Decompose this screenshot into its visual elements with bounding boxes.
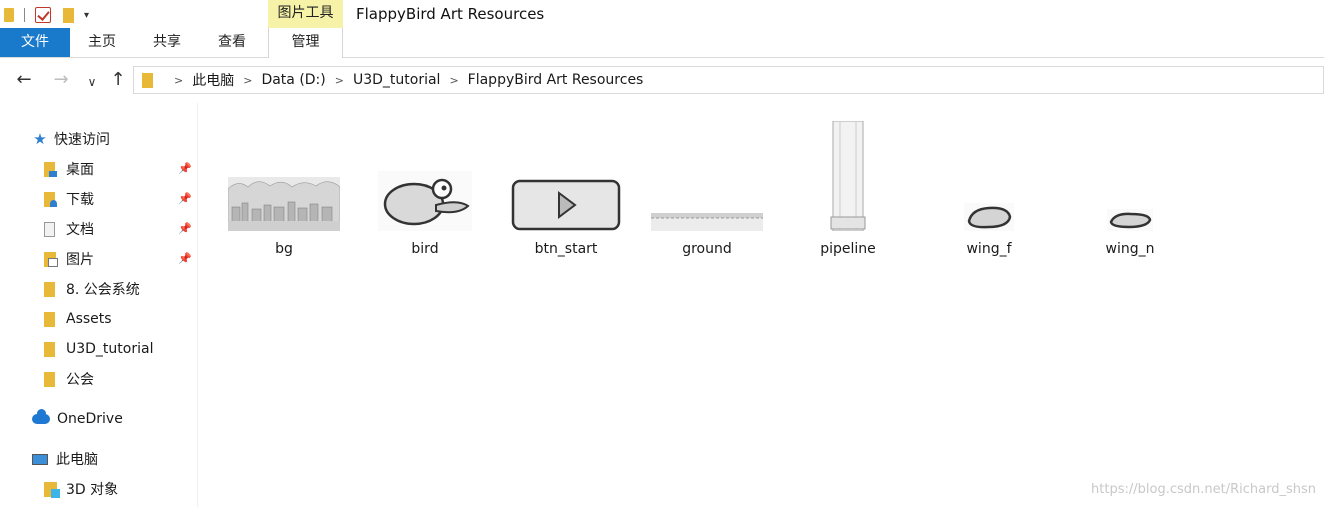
file-name: wing_n	[1105, 241, 1155, 257]
recent-locations-chevron-icon[interactable]: ∨	[82, 72, 102, 92]
navigation-pane: ★ 快速访问 桌面 📌 下载 📌 文档 📌 图片 📌 8. 公会系统 Asset…	[0, 103, 198, 507]
breadcrumb-this-pc[interactable]: 此电脑	[192, 70, 234, 90]
sidebar-item-label: 下载	[66, 192, 94, 208]
file-name: ground	[682, 241, 732, 257]
file-explorer-window: ▾ 图片工具 FlappyBird Art Resources 文件 主页 共享…	[0, 0, 1324, 507]
btn-start-thumbnail	[506, 179, 626, 231]
pictures-folder-icon	[44, 251, 58, 267]
sidebar-item-label: 快速访问	[54, 132, 110, 148]
sidebar-item-u3d-tutorial[interactable]: U3D_tutorial	[42, 337, 153, 361]
pin-icon[interactable]: 📌	[178, 192, 192, 205]
sidebar-item-onedrive[interactable]: OneDrive	[32, 407, 123, 431]
new-folder-icon[interactable]	[63, 7, 74, 23]
sidebar-item-label: 公会	[66, 372, 94, 388]
properties-check-icon[interactable]	[35, 7, 51, 23]
file-item-bg[interactable]: bg	[224, 113, 344, 263]
tab-file[interactable]: 文件	[0, 28, 70, 57]
toolbar-divider	[24, 8, 25, 22]
sidebar-item-desktop[interactable]: 桌面	[42, 157, 94, 181]
ribbon-tabs: 文件 主页 共享 查看 管理	[0, 28, 1324, 58]
file-name: bird	[411, 241, 439, 257]
title-bar: ▾ 图片工具 FlappyBird Art Resources	[0, 0, 1324, 28]
breadcrumb-current-folder[interactable]: FlappyBird Art Resources	[468, 72, 644, 88]
sidebar-item-label: 图片	[66, 252, 94, 268]
navigation-bar: ← → ∨ ↑ > 此电脑 > Data (D:) > U3D_tutorial…	[0, 58, 1324, 103]
folder-icon	[142, 72, 153, 88]
breadcrumb-chevron-icon[interactable]: >	[335, 74, 344, 87]
tab-manage[interactable]: 管理	[268, 28, 343, 58]
computer-icon	[32, 453, 48, 465]
bird-thumbnail	[365, 171, 485, 231]
folder-icon	[44, 371, 55, 387]
breadcrumb-chevron-icon[interactable]: >	[449, 74, 458, 87]
up-arrow-icon[interactable]: ↑	[108, 70, 128, 90]
pipeline-thumbnail	[788, 121, 908, 231]
wing-n-thumbnail	[1070, 209, 1190, 231]
sidebar-item-this-pc[interactable]: 此电脑	[32, 447, 98, 471]
file-item-wing-n[interactable]: wing_n	[1070, 113, 1190, 263]
folder-icon	[44, 311, 55, 327]
sidebar-item-pictures[interactable]: 图片	[42, 247, 94, 271]
tab-home[interactable]: 主页	[78, 28, 126, 57]
customize-toolbar-dropdown-icon[interactable]: ▾	[84, 10, 89, 21]
forward-arrow-icon[interactable]: →	[51, 70, 71, 90]
window-title: FlappyBird Art Resources	[356, 5, 545, 23]
sidebar-item-label: Assets	[66, 311, 112, 327]
file-item-pipeline[interactable]: pipeline	[788, 113, 908, 263]
sidebar-item-label: 3D 对象	[66, 482, 119, 498]
sidebar-item-downloads[interactable]: 下载	[42, 187, 94, 211]
quick-access-toolbar: ▾	[0, 4, 89, 26]
sidebar-item-label: 8. 公会系统	[66, 282, 140, 298]
sidebar-item-label: 桌面	[66, 162, 94, 178]
desktop-folder-icon	[44, 161, 57, 177]
onedrive-cloud-icon	[32, 409, 50, 424]
3d-objects-icon	[44, 481, 60, 498]
star-icon: ★	[33, 130, 47, 148]
download-folder-icon	[44, 191, 57, 207]
document-icon	[44, 221, 55, 237]
pin-icon[interactable]: 📌	[178, 252, 192, 265]
sidebar-item-label: OneDrive	[57, 411, 123, 427]
file-list-pane: bg bird btn_start ground pipeline wing_f…	[199, 103, 1324, 507]
ground-thumbnail	[647, 213, 767, 231]
tab-view[interactable]: 查看	[208, 28, 256, 57]
watermark-text: https://blog.csdn.net/Richard_shsn	[1091, 482, 1316, 497]
sidebar-item-label: 文档	[66, 222, 94, 238]
wing-f-thumbnail	[929, 203, 1049, 231]
breadcrumb-chevron-icon[interactable]: >	[174, 74, 183, 87]
file-item-btn-start[interactable]: btn_start	[506, 113, 626, 263]
folder-icon[interactable]	[4, 8, 14, 22]
back-arrow-icon[interactable]: ←	[14, 70, 34, 90]
pin-icon[interactable]: 📌	[178, 222, 192, 235]
bg-thumbnail	[224, 177, 344, 231]
sidebar-item-quick-access[interactable]: ★ 快速访问	[32, 127, 110, 151]
breadcrumb-data-drive[interactable]: Data (D:)	[261, 72, 325, 88]
sidebar-item-label: 此电脑	[56, 452, 98, 468]
sidebar-item-guild-system[interactable]: 8. 公会系统	[42, 277, 140, 301]
file-item-ground[interactable]: ground	[647, 113, 767, 263]
sidebar-item-documents[interactable]: 文档	[42, 217, 94, 241]
breadcrumb-chevron-icon[interactable]: >	[243, 74, 252, 87]
file-item-wing-f[interactable]: wing_f	[929, 113, 1049, 263]
sidebar-item-assets[interactable]: Assets	[42, 307, 112, 331]
folder-icon	[44, 281, 55, 297]
picture-tools-contextual-label: 图片工具	[268, 0, 343, 28]
sidebar-item-3d-objects[interactable]: 3D 对象	[42, 477, 118, 501]
file-name: bg	[275, 241, 293, 257]
file-item-bird[interactable]: bird	[365, 113, 485, 263]
tab-share[interactable]: 共享	[143, 28, 191, 57]
file-name: pipeline	[820, 241, 876, 257]
address-bar[interactable]: > 此电脑 > Data (D:) > U3D_tutorial > Flapp…	[133, 66, 1324, 94]
sidebar-item-label: U3D_tutorial	[66, 341, 154, 357]
pin-icon[interactable]: 📌	[178, 162, 192, 175]
file-name: wing_f	[966, 241, 1012, 257]
breadcrumb-u3d-tutorial[interactable]: U3D_tutorial	[353, 72, 440, 88]
file-name: btn_start	[534, 241, 598, 257]
sidebar-item-guild[interactable]: 公会	[42, 367, 94, 391]
folder-icon	[44, 341, 55, 357]
